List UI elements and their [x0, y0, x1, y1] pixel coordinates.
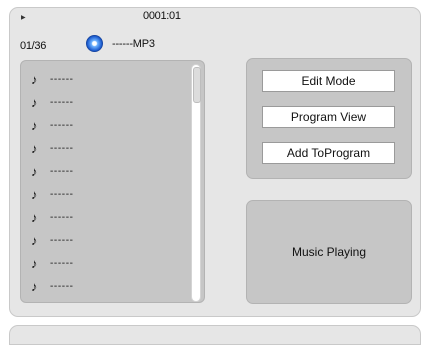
music-note-icon: ♪	[31, 94, 38, 110]
file-list-scrollbar[interactable]	[191, 64, 201, 302]
status-text: Music Playing	[291, 245, 367, 259]
list-item-label: ------	[50, 211, 74, 223]
list-item-label: ------	[50, 142, 74, 154]
music-note-icon: ♪	[31, 117, 38, 133]
music-note-icon: ♪	[31, 255, 38, 271]
list-item[interactable]: ♪ ------	[31, 231, 74, 249]
list-item[interactable]: ♪ ------	[31, 139, 74, 157]
list-item[interactable]: ♪ ------	[31, 277, 74, 295]
list-item-label: ------	[50, 119, 74, 131]
track-counter: 01/36	[20, 40, 47, 52]
program-view-button[interactable]: Program View	[262, 106, 395, 128]
file-type-label: ------MP3	[112, 38, 155, 50]
list-item-label: ------	[50, 257, 74, 269]
add-to-program-button[interactable]: Add ToProgram	[262, 142, 395, 164]
list-item-label: ------	[50, 280, 74, 292]
list-item[interactable]: ♪ ------	[31, 208, 74, 226]
list-item-label: ------	[50, 96, 74, 108]
list-item-label: ------	[50, 165, 74, 177]
elapsed-time: 0001:01	[143, 10, 181, 22]
list-item-label: ------	[50, 188, 74, 200]
edit-mode-button[interactable]: Edit Mode	[262, 70, 395, 92]
music-note-icon: ♪	[31, 71, 38, 87]
list-item[interactable]: ♪ ------	[31, 70, 74, 88]
status-panel: Music Playing	[246, 200, 412, 304]
list-item-label: ------	[50, 73, 74, 85]
music-note-icon: ♪	[31, 278, 38, 294]
music-note-icon: ♪	[31, 140, 38, 156]
music-note-icon: ♪	[31, 186, 38, 202]
play-indicator-icon: ▶	[21, 15, 26, 21]
list-item[interactable]: ♪ ------	[31, 162, 74, 180]
list-item[interactable]: ♪ ------	[31, 93, 74, 111]
music-note-icon: ♪	[31, 163, 38, 179]
music-note-icon: ♪	[31, 209, 38, 225]
list-item[interactable]: ♪ ------	[31, 116, 74, 134]
file-list: ♪ ------ ♪ ------ ♪ ------ ♪ ------ ♪ --…	[20, 60, 205, 303]
list-item[interactable]: ♪ ------	[31, 185, 74, 203]
music-note-icon: ♪	[31, 232, 38, 248]
list-item[interactable]: ♪ ------	[31, 254, 74, 272]
scrollbar-thumb[interactable]	[193, 67, 201, 103]
list-item-label: ------	[50, 234, 74, 246]
bottom-panel	[9, 325, 421, 345]
disc-icon	[86, 35, 103, 52]
